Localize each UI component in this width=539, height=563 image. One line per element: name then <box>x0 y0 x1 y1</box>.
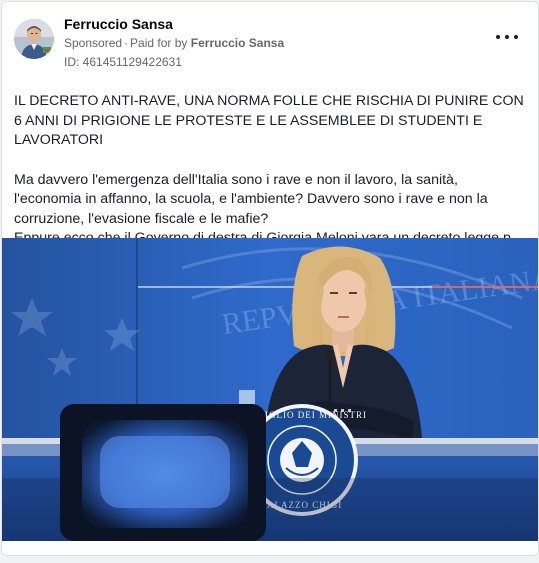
post-body: IL DECRETO ANTI-RAVE, UNA NORMA FOLLE CH… <box>14 92 529 249</box>
author-avatar[interactable] <box>14 19 54 59</box>
post-footer-strip <box>2 541 538 555</box>
author-name[interactable]: Ferruccio Sansa <box>64 16 173 32</box>
ad-id: ID: 461451129422631 <box>64 55 182 69</box>
dot <box>496 35 500 39</box>
post-photo[interactable]: REPVBBLICA ITALIANA <box>2 238 538 541</box>
dot <box>514 35 518 39</box>
photo-illustration: REPVBBLICA ITALIANA <box>2 238 538 541</box>
sponsored-label: Sponsored <box>64 36 123 50</box>
paid-for-prefix: Paid for by <box>130 36 188 50</box>
post-headline: IL DECRETO ANTI-RAVE, UNA NORMA FOLLE CH… <box>14 93 524 148</box>
ad-post-card: Ferruccio Sansa Sponsored · Paid for by Fe… <box>1 1 539 556</box>
separator-dot: · <box>124 36 129 50</box>
dot <box>505 35 509 39</box>
three-dots-icon[interactable] <box>496 30 518 44</box>
paid-for-by-name[interactable]: Ferruccio Sansa <box>191 36 284 50</box>
post-paragraph: Ma davvero l'emergenza dell'Italia sono … <box>14 171 488 227</box>
sponsored-meta: Sponsored · Paid for by Ferruccio Sansa <box>64 36 284 50</box>
